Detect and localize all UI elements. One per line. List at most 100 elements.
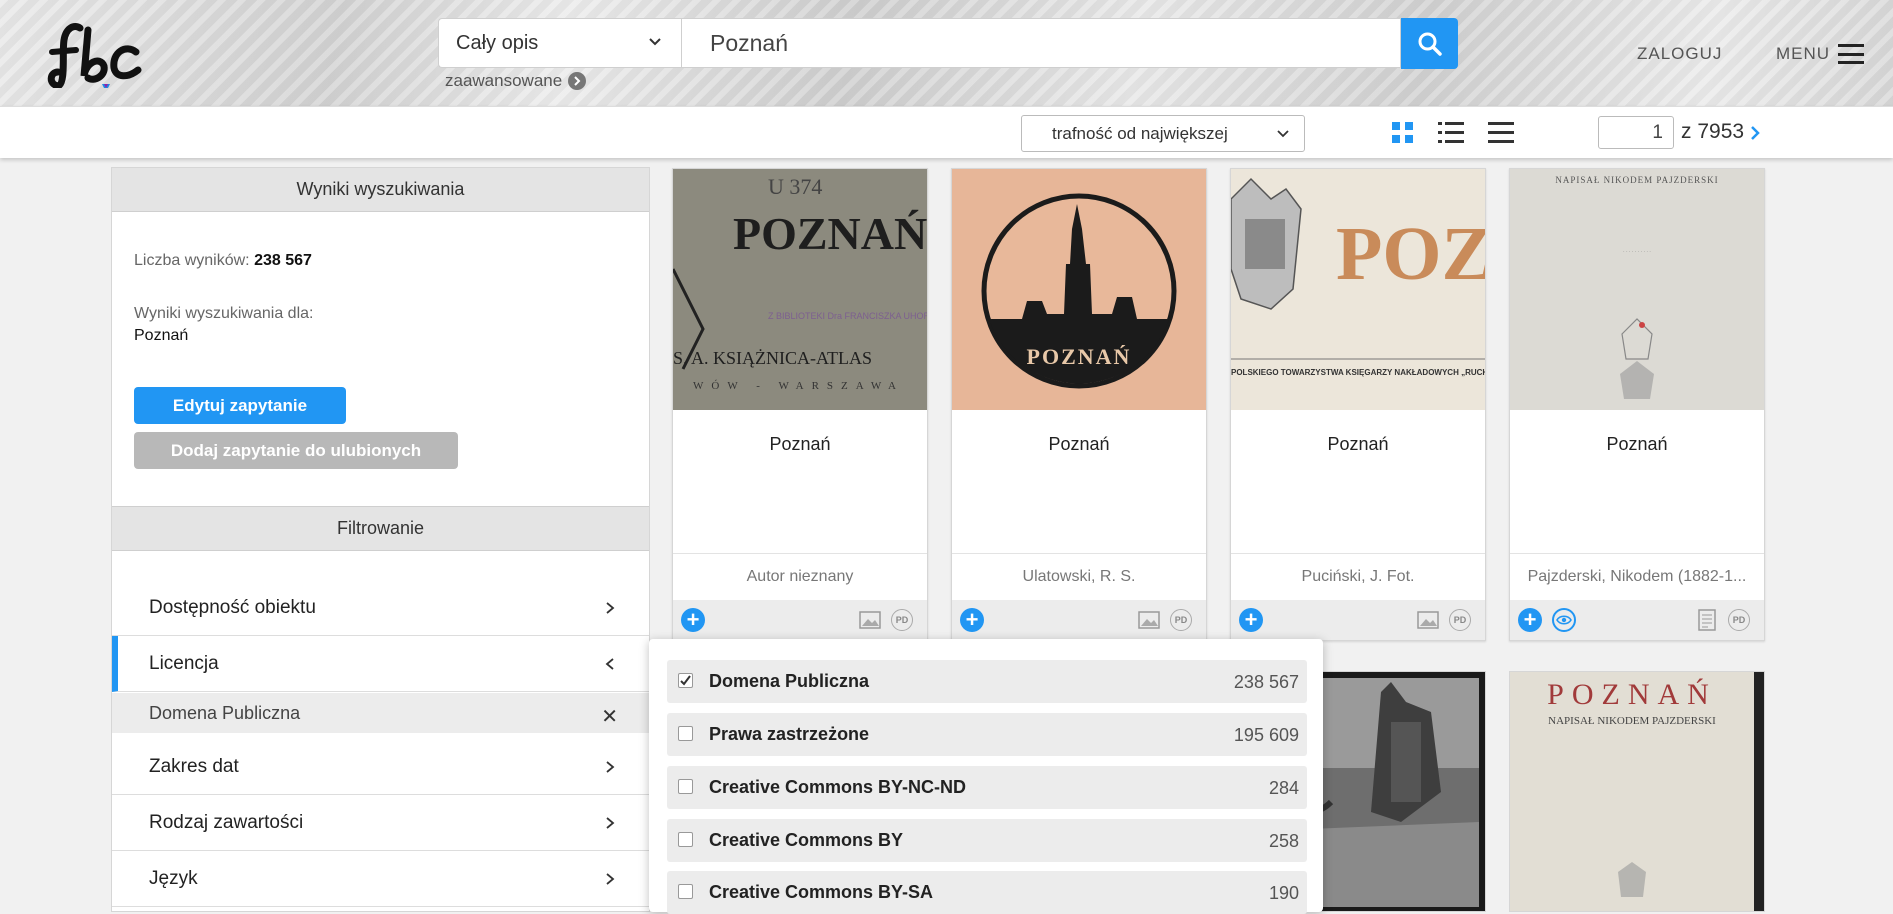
search-button[interactable] [1401, 18, 1458, 69]
card-title[interactable]: Poznań [952, 410, 1206, 554]
image-icon [859, 611, 881, 629]
cover-thumbnail[interactable]: NAPISAŁ NIKODEM PAJZDERSKI · · · · · · ·… [1510, 169, 1764, 410]
chevron-down-icon [1277, 130, 1289, 138]
card-title[interactable]: Poznań [1510, 410, 1764, 554]
grid-view-icon[interactable] [1388, 118, 1418, 148]
cover-title: POZNAŃ [1027, 344, 1132, 369]
advanced-search-label: zaawansowane [445, 71, 563, 90]
hamburger-icon [1838, 44, 1865, 64]
card-author: Pajzderski, Nikodem (1882-1... [1527, 568, 1747, 585]
filter-date-range[interactable]: Zakres dat [112, 739, 649, 795]
card-author: Puciński, J. Fot. [1301, 568, 1415, 585]
active-filter-public-domain: Domena Publiczna ✕ [112, 693, 649, 733]
license-option-cc-by[interactable]: Creative Commons BY 258 [667, 819, 1307, 862]
checkbox[interactable] [678, 884, 693, 899]
add-to-list-icon[interactable]: + [681, 608, 705, 632]
chevron-right-icon [606, 817, 615, 829]
option-label: Creative Commons BY-SA [709, 882, 934, 902]
chevron-down-icon [649, 38, 661, 46]
public-domain-icon: PD [891, 609, 913, 631]
filter-label: Licencja [149, 652, 219, 674]
card-actions: + PD [673, 600, 927, 640]
cover-mark: U 374 [768, 174, 822, 199]
chevron-right-icon [606, 602, 615, 614]
option-count: 238 567 [1233, 672, 1299, 692]
cover-city: WÓW - WARSZAWA [693, 380, 904, 392]
filter-label: Zakres dat [149, 755, 239, 777]
cover-title: POZNAŃ [1547, 678, 1717, 711]
cover-thumbnail[interactable]: POZNAŃ [952, 169, 1206, 410]
license-filter-dropdown: Domena Publiczna 238 567 Prawa zastrzeżo… [649, 639, 1323, 914]
image-icon [1138, 611, 1160, 629]
result-card-partial[interactable]: POZNAŃ NAPISAŁ NIKODEM PAJZDERSKI [1509, 671, 1765, 912]
card-title[interactable]: Poznań [673, 410, 927, 554]
filter-language[interactable]: Język [112, 851, 649, 907]
chevron-right-icon [606, 761, 615, 773]
result-count-value: 238 567 [254, 252, 312, 269]
compact-list-view-icon[interactable] [1486, 118, 1516, 148]
search-input-value: Poznań [710, 29, 789, 56]
login-link[interactable]: ZALOGUJ [1637, 44, 1722, 64]
filter-label: Rodzaj zawartości [149, 811, 304, 833]
fbc-logo[interactable] [44, 22, 144, 88]
result-card[interactable]: NAPISAŁ NIKODEM PAJZDERSKI · · · · · · ·… [1509, 168, 1765, 641]
advanced-search-link[interactable]: zaawansowane [445, 71, 587, 91]
option-count: 284 [1268, 778, 1299, 798]
arrow-right-circle-icon [568, 72, 587, 90]
next-page-icon[interactable] [1748, 123, 1762, 143]
license-option-cc-by-sa[interactable]: Creative Commons BY-SA 190 [667, 871, 1307, 914]
result-card[interactable]: POZNAŃ Poznań Ulatowski, R. S. + PD [951, 168, 1207, 641]
result-card[interactable]: U 374 POZNAŃ Z BIBLIOTEKI Dra FRANCISZKA… [672, 168, 928, 641]
query-label: Wyniki wyszukiwania dla: [134, 305, 314, 322]
card-actions: + PD [1231, 600, 1485, 640]
cover-author: NAPISAŁ NIKODEM PAJZDERSKI [1548, 715, 1716, 727]
option-count: 258 [1268, 831, 1299, 851]
remove-filter-icon[interactable]: ✕ [601, 704, 618, 729]
filter-content-type[interactable]: Rodzaj zawartości [112, 795, 649, 851]
sidebar: Wyniki wyszukiwania Liczba wyników: 238 … [111, 167, 650, 912]
public-domain-icon: PD [1728, 609, 1750, 631]
search-input[interactable]: Poznań [681, 18, 1401, 68]
image-icon [1417, 611, 1439, 629]
card-author: Ulatowski, R. S. [1022, 568, 1136, 585]
filter-license[interactable]: Licencja [112, 636, 649, 692]
list-view-icon[interactable] [1436, 118, 1466, 148]
license-option-cc-by-nc-nd[interactable]: Creative Commons BY-NC-ND 284 [667, 766, 1307, 809]
menu-button[interactable]: MENU [1776, 44, 1865, 64]
page-number-input[interactable]: 1 [1598, 116, 1674, 149]
filter-availability[interactable]: Dostępność obiektu [112, 580, 649, 636]
cover-title: POZNAŃ [733, 208, 927, 259]
results-heading: Wyniki wyszukiwania [112, 168, 649, 212]
checkbox[interactable] [678, 832, 693, 847]
option-label: Creative Commons BY [709, 830, 904, 850]
cover-title: NAPISAŁ NIKODEM PAJZDERSKI [1555, 175, 1718, 185]
add-query-to-favorites-button[interactable]: Dodaj zapytanie do ulubionych [134, 432, 458, 469]
cover-thumbnail[interactable]: U 374 POZNAŃ Z BIBLIOTEKI Dra FRANCISZKA… [673, 169, 927, 410]
menu-label: MENU [1776, 44, 1831, 63]
active-filter-label: Domena Publiczna [149, 702, 301, 723]
option-label: Prawa zastrzeżone [709, 724, 870, 744]
add-to-list-icon[interactable]: + [960, 608, 984, 632]
add-to-list-icon[interactable]: + [1518, 608, 1542, 632]
cover-stamp: Z BIBLIOTEKI Dra FRANCISZKA UHORCZAKA [768, 311, 927, 321]
header: Cały opis Poznań zaawansowane ZALOGUJ ME… [0, 0, 1893, 106]
license-option-rights-reserved[interactable]: Prawa zastrzeżone 195 609 [667, 713, 1307, 756]
checkbox[interactable] [678, 726, 693, 741]
result-card[interactable]: POZNA POLSKIEGO TOWARZYSTWA KSIĘGARZY NA… [1230, 168, 1486, 641]
sort-select[interactable]: trafność od największej [1021, 115, 1305, 152]
card-title[interactable]: Poznań [1231, 410, 1485, 554]
search-scope-value: Cały opis [456, 31, 539, 54]
search-scope-select[interactable]: Cały opis [438, 18, 681, 68]
add-to-list-icon[interactable]: + [1239, 608, 1263, 632]
cover-thumbnail[interactable]: POZNAŃ NAPISAŁ NIKODEM PAJZDERSKI [1510, 672, 1764, 912]
checkbox-checked[interactable] [678, 673, 693, 688]
checkbox[interactable] [678, 779, 693, 794]
card-author: Autor nieznany [746, 568, 854, 585]
option-label: Domena Publiczna [709, 671, 870, 691]
sort-select-value: trafność od największej [1052, 123, 1228, 143]
edit-query-button[interactable]: Edytuj zapytanie [134, 387, 346, 424]
preview-eye-icon[interactable] [1552, 608, 1576, 632]
chevron-left-icon [605, 658, 614, 670]
license-option-public-domain[interactable]: Domena Publiczna 238 567 [667, 660, 1307, 703]
cover-thumbnail[interactable]: POZNA POLSKIEGO TOWARZYSTWA KSIĘGARZY NA… [1231, 169, 1485, 410]
